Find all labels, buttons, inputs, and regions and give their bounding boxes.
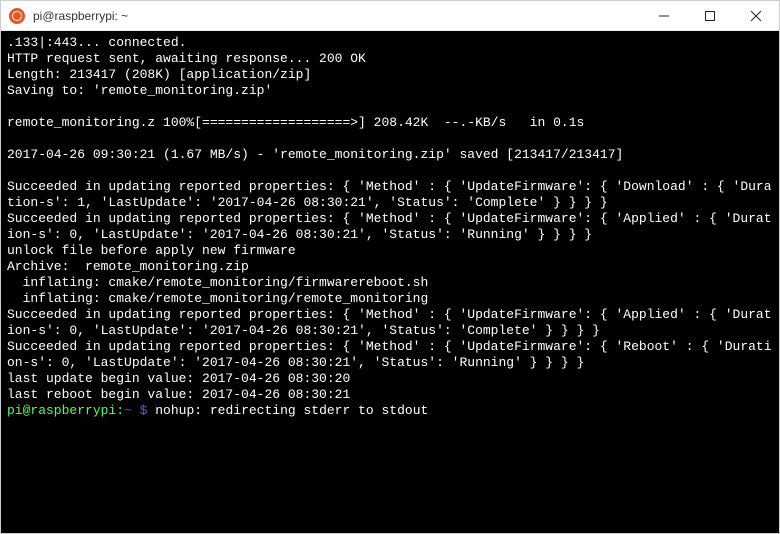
ubuntu-icon <box>9 8 25 24</box>
close-icon <box>751 11 761 21</box>
close-button[interactable] <box>733 1 779 30</box>
window-controls <box>641 1 779 30</box>
minimize-icon <box>659 11 669 21</box>
window-title: pi@raspberrypi: ~ <box>33 9 641 23</box>
maximize-icon <box>705 11 715 21</box>
titlebar[interactable]: pi@raspberrypi: ~ <box>1 1 779 31</box>
prompt-command: nohup: redirecting stderr to stdout <box>155 403 428 418</box>
prompt-user-host: pi@raspberrypi <box>7 403 116 418</box>
maximize-button[interactable] <box>687 1 733 30</box>
terminal-window: pi@raspberrypi: ~ .133|:443... connected… <box>0 0 780 534</box>
prompt-path: ~ $ <box>124 403 155 418</box>
prompt-sep: : <box>116 403 124 418</box>
terminal-output[interactable]: .133|:443... connected. HTTP request sen… <box>1 31 779 533</box>
minimize-button[interactable] <box>641 1 687 30</box>
terminal-lines: .133|:443... connected. HTTP request sen… <box>7 35 772 402</box>
